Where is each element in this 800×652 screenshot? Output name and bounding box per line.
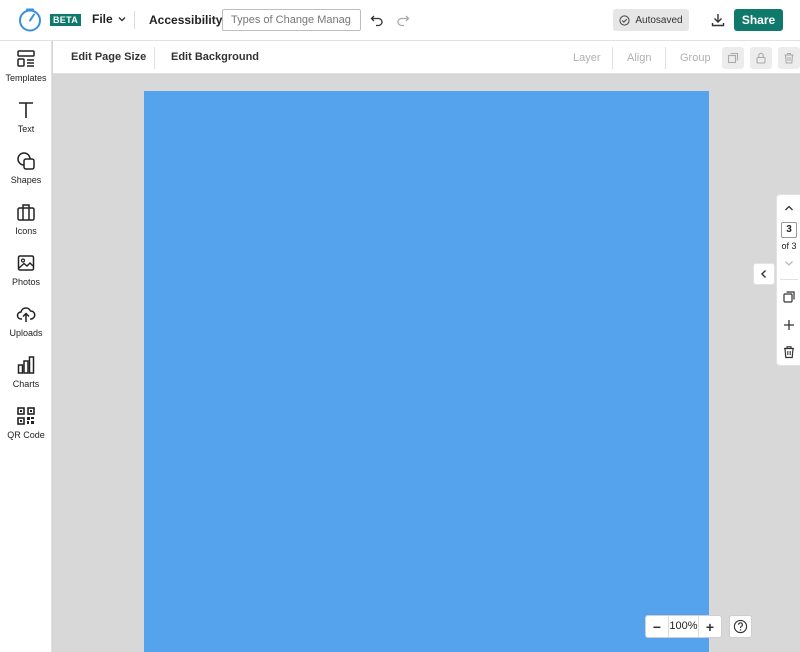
chevron-left-icon [761, 270, 766, 278]
sidebar-item-uploads[interactable]: Uploads [0, 300, 52, 346]
redo-icon[interactable] [396, 13, 410, 27]
page-count-label: of 3 [781, 241, 797, 251]
sidebar-item-label: Charts [12, 379, 40, 389]
copy-icon[interactable] [782, 290, 796, 304]
divider [780, 279, 798, 280]
divider [665, 47, 666, 69]
check-circle-icon [619, 14, 630, 26]
file-menu-button[interactable]: File [92, 12, 127, 26]
sidebar-item-icons[interactable]: Icons [0, 198, 52, 244]
collapse-page-panel-button[interactable] [753, 263, 775, 285]
duplicate-element-button[interactable] [722, 47, 744, 69]
current-page-number[interactable]: 3 [781, 222, 797, 238]
briefcase-icon [17, 204, 35, 221]
group-button[interactable]: Group [680, 52, 711, 64]
copy-icon [727, 52, 739, 64]
sidebar-item-label: Text [17, 124, 35, 134]
page-navigator: 3 of 3 [776, 194, 800, 366]
divider [134, 11, 135, 29]
edit-background-button[interactable]: Edit Background [171, 51, 259, 63]
chevron-down-icon[interactable] [783, 257, 795, 269]
file-menu-label: File [92, 12, 113, 26]
share-button[interactable]: Share [734, 9, 783, 31]
lock-icon [756, 52, 766, 64]
delete-element-button[interactable] [778, 47, 800, 69]
download-icon[interactable] [710, 12, 726, 28]
shapes-icon [17, 152, 35, 170]
edit-toolbar: Edit Page Size Edit Background Layer Ali… [53, 41, 800, 74]
trash-icon [784, 52, 794, 64]
sidebar-item-text[interactable]: Text [0, 96, 52, 142]
beta-badge: BETA [50, 14, 82, 26]
lock-element-button[interactable] [750, 47, 772, 69]
templates-icon [17, 50, 35, 67]
design-page[interactable] [144, 91, 709, 652]
help-button[interactable] [729, 615, 752, 638]
top-bar: BETA File Accessibility Autosaved Share [0, 0, 800, 41]
qr-code-icon [17, 407, 35, 425]
sidebar-item-label: Photos [11, 277, 41, 287]
chevron-up-icon[interactable] [783, 202, 795, 214]
sidebar-item-templates[interactable]: Templates [0, 45, 52, 91]
autosaved-status: Autosaved [613, 9, 689, 31]
help-icon [733, 619, 748, 634]
divider [154, 47, 155, 69]
sidebar-item-label: Shapes [10, 175, 42, 185]
accessibility-button[interactable]: Accessibility [149, 13, 222, 27]
chevron-down-icon [118, 17, 126, 22]
plus-icon[interactable] [782, 318, 796, 332]
text-icon [19, 102, 33, 118]
sidebar-item-label: Uploads [9, 328, 43, 338]
autosaved-label: Autosaved [635, 14, 683, 26]
zoom-in-button[interactable]: + [699, 616, 721, 637]
undo-icon[interactable] [370, 13, 384, 27]
align-button[interactable]: Align [627, 52, 651, 64]
sidebar-item-label: Icons [15, 226, 37, 236]
trash-icon[interactable] [782, 345, 796, 359]
bar-chart-icon [17, 356, 35, 374]
sidebar-item-shapes[interactable]: Shapes [0, 147, 52, 193]
zoom-level[interactable]: 100% [668, 616, 699, 637]
divider [612, 47, 613, 69]
zoom-out-button[interactable]: − [646, 616, 668, 637]
layer-button[interactable]: Layer [573, 52, 601, 64]
zoom-control: − 100% + [645, 615, 722, 638]
sidebar-item-label: QR Code [7, 430, 45, 440]
left-sidebar: Templates Text Shapes Icons Photos Uploa… [0, 41, 52, 652]
logo-icon[interactable] [18, 8, 42, 32]
sidebar-item-label: Templates [5, 73, 47, 83]
sidebar-item-photos[interactable]: Photos [0, 249, 52, 295]
image-icon [17, 255, 35, 271]
edit-page-size-button[interactable]: Edit Page Size [71, 51, 146, 63]
sidebar-item-qr-code[interactable]: QR Code [0, 402, 52, 448]
cloud-upload-icon [16, 307, 36, 322]
sidebar-item-charts[interactable]: Charts [0, 351, 52, 397]
document-title-input[interactable] [222, 9, 361, 31]
